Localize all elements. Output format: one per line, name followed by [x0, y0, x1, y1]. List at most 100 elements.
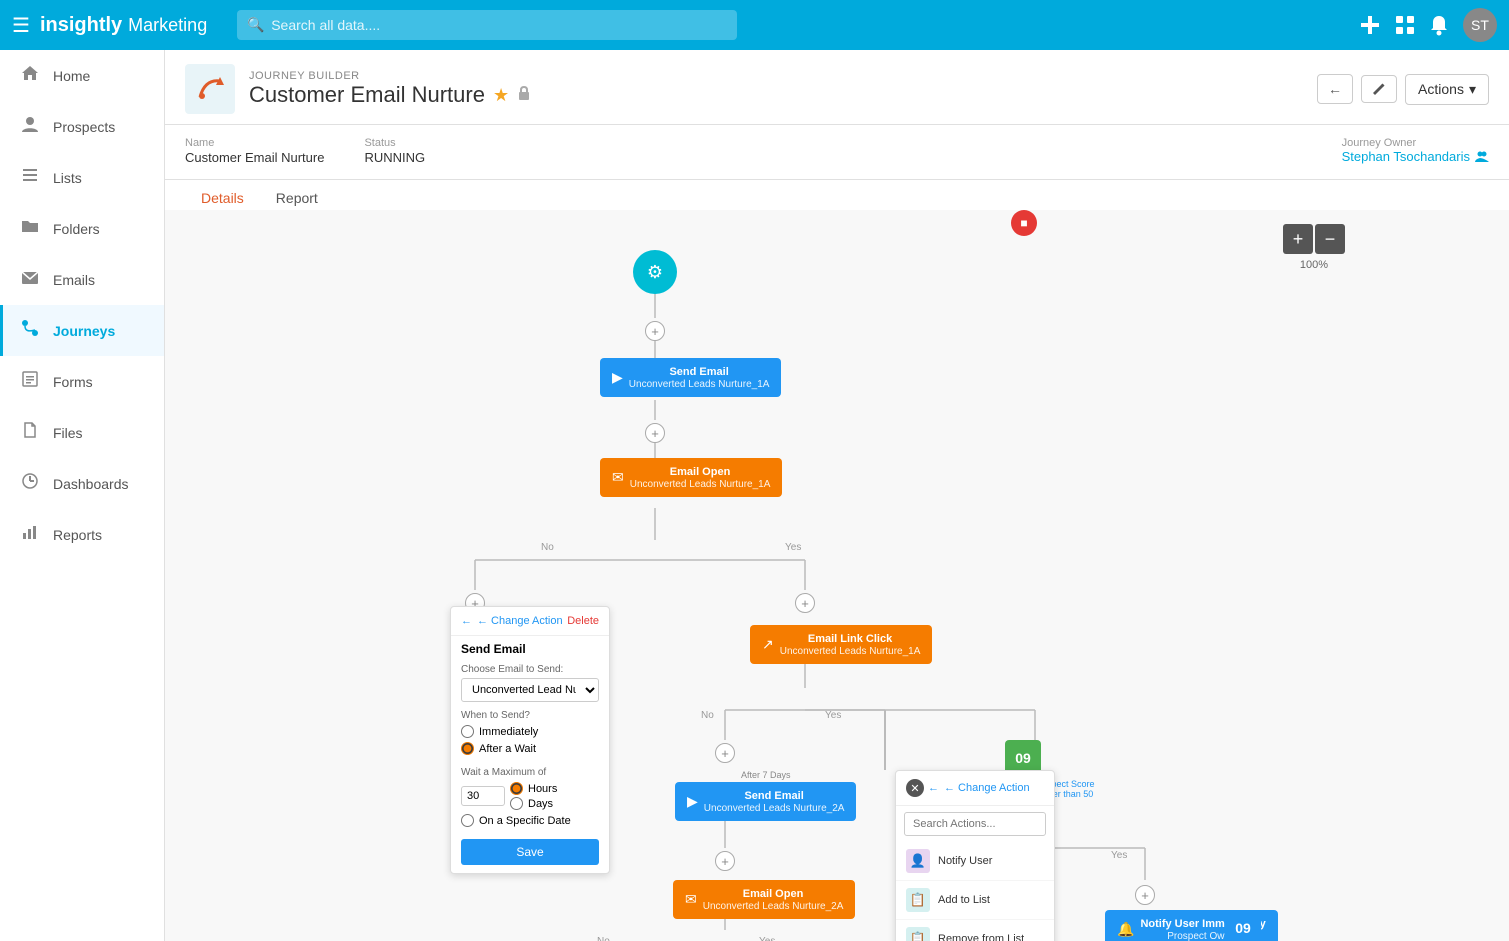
email-open-1-box[interactable]: ✉ Email Open Unconverted Leads Nurture_1…: [600, 458, 782, 497]
sidebar-item-dashboards[interactable]: Dashboards: [0, 458, 164, 509]
change-action-link[interactable]: ← ← Change Action: [461, 615, 563, 627]
adjust-score-box[interactable]: 09: [1225, 910, 1261, 941]
connectors-svg: [165, 210, 1365, 941]
radio-days[interactable]: Days: [510, 797, 557, 810]
ca-header: ✕ ← ← Change Action: [896, 771, 1054, 806]
zoom-out-button[interactable]: −: [1315, 224, 1345, 254]
popup-header: ← ← Change Action Delete: [451, 607, 609, 636]
ca-change-action-link[interactable]: ← ← Change Action: [928, 782, 1030, 794]
zoom-level: 100%: [1300, 259, 1328, 271]
add-btn-send2[interactable]: +: [715, 743, 735, 763]
add-btn-2[interactable]: +: [645, 423, 665, 443]
ca-item-add-to-list[interactable]: 📋 Add to List: [896, 881, 1054, 920]
radio-after-wait[interactable]: After a Wait: [461, 742, 599, 755]
avatar[interactable]: ST: [1463, 8, 1497, 42]
meta-name: Name Customer Email Nurture: [185, 137, 324, 167]
sidebar-item-files[interactable]: Files: [0, 407, 164, 458]
add-to-list-icon: 📋: [906, 888, 930, 912]
sidebar-item-reports-label: Reports: [53, 527, 102, 543]
sidebar-item-prospects-label: Prospects: [53, 119, 115, 135]
add-btn-1[interactable]: +: [645, 321, 665, 341]
files-icon: [19, 421, 41, 444]
radio-immediately[interactable]: Immediately: [461, 725, 599, 738]
sidebar-item-prospects[interactable]: Prospects: [0, 101, 164, 152]
email-link-click-box[interactable]: ↗ Email Link Click Unconverted Leads Nur…: [750, 625, 932, 664]
wait-input[interactable]: [461, 786, 505, 806]
stop-btn-5: ■: [1011, 210, 1037, 236]
radio-group: Immediately After a Wait: [461, 725, 599, 755]
start-icon: ⚙: [633, 250, 677, 294]
sidebar-item-journeys[interactable]: Journeys: [0, 305, 164, 356]
sidebar-item-dashboards-label: Dashboards: [53, 476, 129, 492]
radio-specific-date[interactable]: On a Specific Date: [461, 814, 599, 827]
dashboards-icon: [19, 472, 41, 495]
actions-dropdown-button[interactable]: Actions ▾: [1405, 74, 1489, 105]
folders-icon: [19, 217, 41, 240]
sidebar-item-lists[interactable]: Lists: [0, 152, 164, 203]
ca-item-notify-user[interactable]: 👤 Notify User: [896, 842, 1054, 881]
logo: insightly Marketing: [40, 14, 207, 37]
actions-chevron-icon: ▾: [1469, 81, 1476, 98]
email-open-2-node: ✉ Email Open Unconverted Leads Nurture_2…: [673, 880, 855, 919]
sidebar-item-reports[interactable]: Reports: [0, 509, 164, 560]
delete-action-link[interactable]: Delete: [567, 615, 599, 627]
no-label-3: No: [597, 936, 610, 941]
email-link-click-title: Email Link Click: [780, 632, 921, 646]
choose-label: Choose Email to Send:: [461, 664, 599, 675]
ca-close-button[interactable]: ✕: [906, 779, 924, 797]
wait-label: Wait a Maximum of: [461, 767, 599, 778]
sidebar-item-emails[interactable]: Emails: [0, 254, 164, 305]
yes-label-score: Yes: [1111, 850, 1127, 861]
delay-label-2: After 7 Days: [675, 770, 856, 780]
email-link-click-icon: ↗: [762, 636, 774, 653]
journeys-icon: [19, 319, 41, 342]
search-icon: 🔍: [247, 17, 264, 34]
home-icon: [19, 64, 41, 87]
email-open-2-box[interactable]: ✉ Email Open Unconverted Leads Nurture_2…: [673, 880, 855, 919]
owner-value: Stephan Tsochandaris: [1342, 149, 1489, 164]
journey-header-actions: ← Actions ▾: [1317, 74, 1489, 105]
sidebar-item-forms-label: Forms: [53, 374, 93, 390]
add-btn-score-yes[interactable]: +: [1135, 885, 1155, 905]
journey-header-info: JOURNEY BUILDER Customer Email Nurture ★: [249, 70, 1303, 108]
send-email-2-box[interactable]: ▶ Send Email Unconverted Leads Nurture_2…: [675, 782, 856, 821]
ca-item-remove-from-list[interactable]: 📋 Remove from List: [896, 920, 1054, 941]
send-email-1-box[interactable]: ▶ Send Email Unconverted Leads Nurture_1…: [600, 358, 781, 397]
email-open-icon: ✉: [612, 469, 624, 486]
add-button[interactable]: [1359, 14, 1381, 36]
back-button[interactable]: ←: [1317, 74, 1353, 104]
journey-canvas[interactable]: + − 100%: [165, 210, 1509, 941]
change-action-popup: ✕ ← ← Change Action 👤 Notify User 📋 Add …: [895, 770, 1055, 941]
journey-builder-label: JOURNEY BUILDER: [249, 70, 1303, 82]
email-select[interactable]: Unconverted Lead Nurture_1B: [461, 678, 599, 702]
menu-icon[interactable]: ☰: [12, 13, 30, 38]
send-email-2-title: Send Email: [704, 789, 845, 803]
sidebar-item-forms[interactable]: Forms: [0, 356, 164, 407]
notify-user-icon: 👤: [906, 849, 930, 873]
yes-label-1: Yes: [785, 542, 801, 553]
add-btn-yes-1[interactable]: +: [795, 593, 815, 613]
journey-lock-icon: [517, 85, 531, 106]
radio-hours[interactable]: Hours: [510, 782, 557, 795]
journey-star-icon[interactable]: ★: [493, 85, 509, 106]
popup-when-section: When to Send? Immediately After a Wait: [451, 706, 609, 763]
send-email-2-subtitle: Unconverted Leads Nurture_2A: [704, 803, 845, 814]
zoom-controls: + − 100%: [1283, 224, 1345, 271]
canvas-inner: + − 100%: [165, 210, 1365, 941]
edit-button[interactable]: [1361, 75, 1397, 103]
popup-save-button[interactable]: Save: [461, 839, 599, 865]
grid-icon[interactable]: [1395, 15, 1415, 35]
notification-bell-icon[interactable]: [1429, 14, 1449, 36]
zoom-in-button[interactable]: +: [1283, 224, 1313, 254]
add-btn-after-send2[interactable]: +: [715, 851, 735, 871]
email-link-click-node: ↗ Email Link Click Unconverted Leads Nur…: [750, 625, 932, 664]
sidebar-item-home[interactable]: Home: [0, 50, 164, 101]
ca-search-input[interactable]: [904, 812, 1046, 836]
when-label: When to Send?: [461, 710, 599, 721]
sidebar-item-folders-label: Folders: [53, 221, 100, 237]
send-email-1-node: ▶ Send Email Unconverted Leads Nurture_1…: [600, 358, 781, 397]
sidebar-item-folders[interactable]: Folders: [0, 203, 164, 254]
email-link-click-subtitle: Unconverted Leads Nurture_1A: [780, 646, 921, 657]
send-email-2-container: After 7 Days ▶ Send Email Unconverted Le…: [675, 770, 856, 821]
search-input[interactable]: [237, 10, 737, 40]
